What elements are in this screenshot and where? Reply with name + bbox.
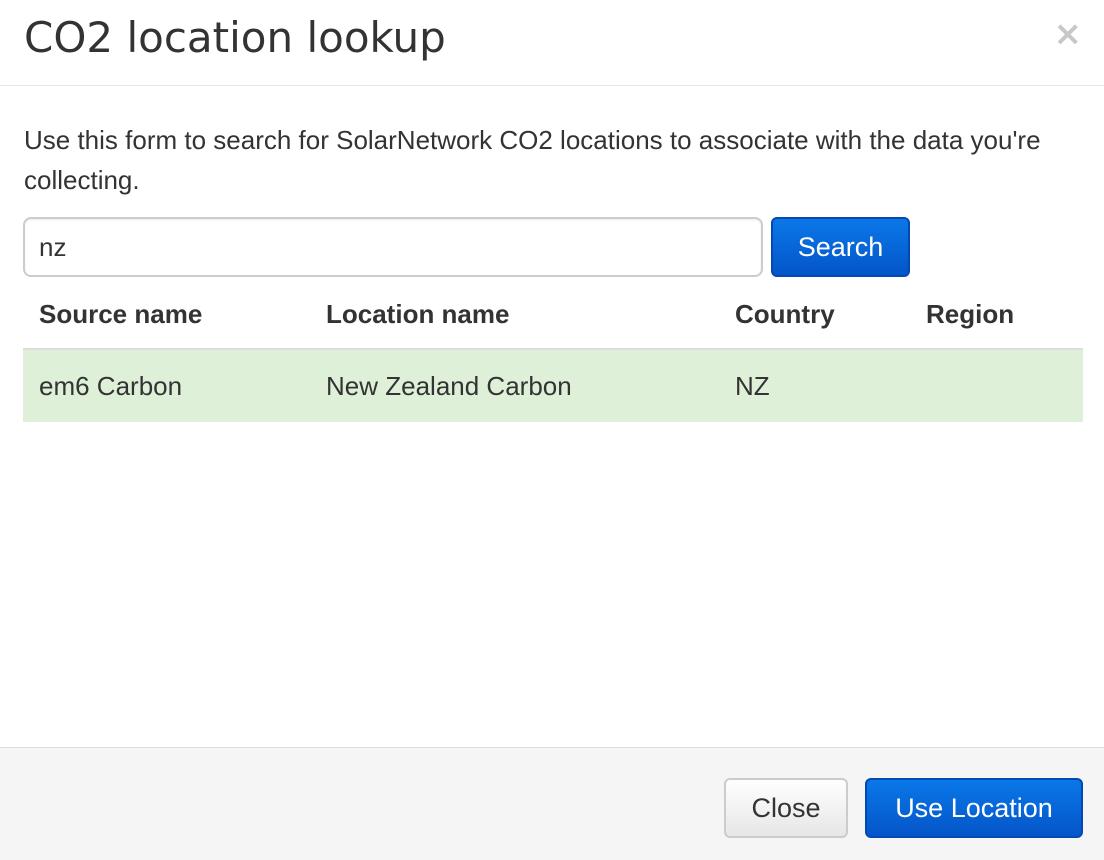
close-button[interactable]: Close xyxy=(724,778,848,838)
dialog-title: CO2 location lookup xyxy=(24,13,446,62)
header-location-name: Location name xyxy=(310,280,719,350)
cell-country: NZ xyxy=(719,349,910,422)
intro-text: Use this form to search for SolarNetwork… xyxy=(24,125,1041,195)
search-input[interactable] xyxy=(23,217,763,277)
cell-region xyxy=(910,349,1083,422)
dialog-header: CO2 location lookup × xyxy=(0,0,1104,86)
use-location-button[interactable]: Use Location xyxy=(865,778,1083,838)
header-source-name: Source name xyxy=(23,280,310,350)
header-country: Country xyxy=(719,280,910,350)
cell-source-name: em6 Carbon xyxy=(23,349,310,422)
close-icon[interactable]: × xyxy=(1054,14,1083,54)
cell-location-name: New Zealand Carbon xyxy=(310,349,719,422)
results-table: Source name Location name Country Region… xyxy=(23,280,1083,422)
header-region: Region xyxy=(910,280,1083,350)
co2-location-lookup-dialog: CO2 location lookup × Use this form to s… xyxy=(0,0,1104,860)
table-header-row: Source name Location name Country Region xyxy=(23,280,1083,350)
search-button[interactable]: Search xyxy=(771,217,910,277)
table-row[interactable]: em6 Carbon New Zealand Carbon NZ xyxy=(23,349,1083,422)
dialog-footer: Close Use Location xyxy=(0,747,1104,860)
